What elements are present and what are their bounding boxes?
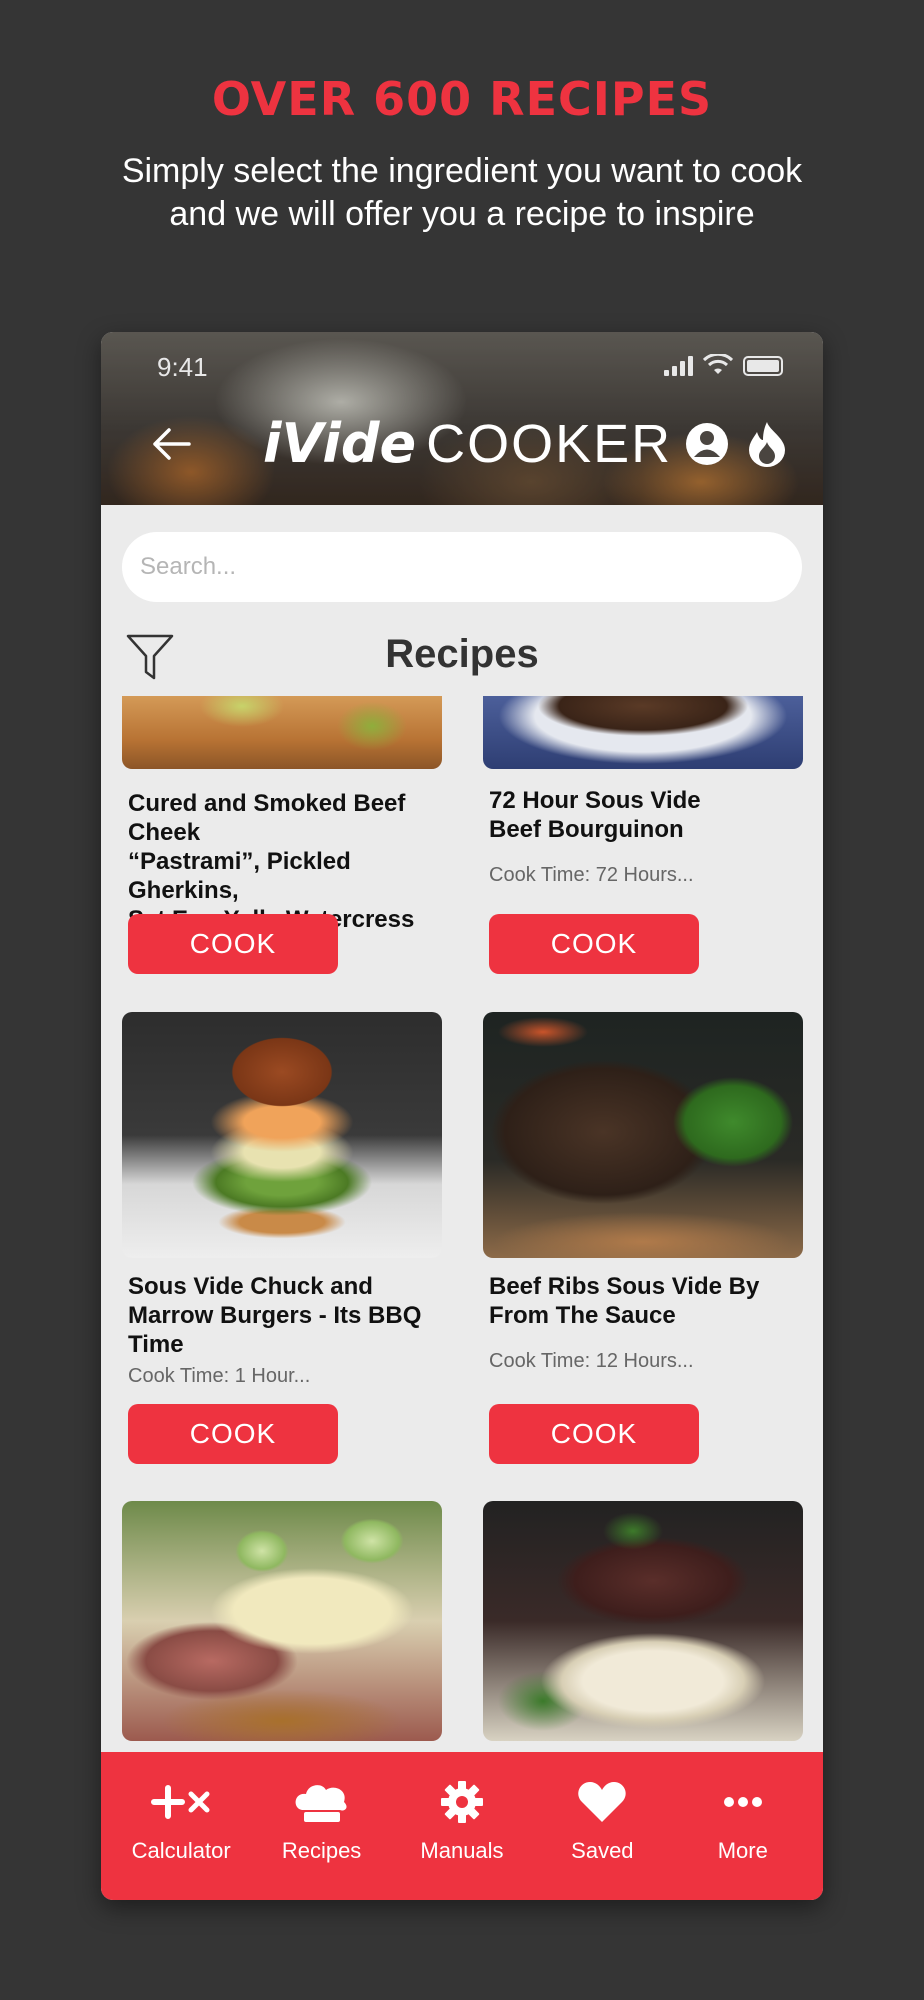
cook-button[interactable]: COOK bbox=[489, 1404, 699, 1464]
tab-more[interactable]: More bbox=[676, 1752, 810, 1864]
promo-subtitle-line: and we will offer you a recipe to inspir… bbox=[169, 195, 755, 233]
recipe-card[interactable] bbox=[122, 1501, 442, 1741]
recipe-photo bbox=[483, 1012, 803, 1258]
promo-headline: OVER 600 RECIPES bbox=[211, 72, 713, 126]
gear-icon bbox=[440, 1781, 483, 1823]
recipe-cook-time: Cook Time: 1 Hour... bbox=[128, 1365, 311, 1387]
recipe-title-line: Time bbox=[128, 1331, 184, 1358]
signal-icon bbox=[664, 356, 693, 376]
promo-subtitle-line: Simply select the ingredient you want to… bbox=[121, 152, 803, 190]
logo-light: COOKER bbox=[426, 414, 673, 474]
plus-times-icon bbox=[151, 1785, 210, 1819]
battery-icon bbox=[743, 356, 783, 376]
cook-button[interactable]: COOK bbox=[489, 914, 699, 974]
recipe-card[interactable]: 72 Hour Sous Vide Beef Bourguinon Cook T… bbox=[483, 696, 803, 974]
header-banner: 9:41 iVide COOKER bbox=[101, 332, 823, 505]
recipe-title-line: Beef Ribs Sous Vide By bbox=[489, 1273, 760, 1300]
recipe-title: 72 Hour Sous Vide Beef Bourguinon bbox=[489, 786, 797, 844]
ellipsis-icon bbox=[723, 1797, 762, 1807]
chef-hat-icon bbox=[295, 1785, 347, 1822]
tab-saved[interactable]: Saved bbox=[535, 1752, 669, 1864]
cook-button[interactable]: COOK bbox=[128, 1404, 338, 1464]
search-input[interactable] bbox=[122, 532, 802, 602]
recipe-card[interactable]: Cured and Smoked Beef Cheek “Pastrami”, … bbox=[122, 696, 442, 974]
recipe-title: Beef Ribs Sous Vide By From The Sauce bbox=[489, 1272, 797, 1330]
recipe-cook-time: Cook Time: 12 Hours... bbox=[489, 1350, 694, 1372]
cook-button[interactable]: COOK bbox=[128, 914, 338, 974]
flame-icon[interactable] bbox=[745, 420, 789, 468]
heart-icon bbox=[578, 1782, 627, 1822]
logo-bold: iVide bbox=[263, 412, 417, 475]
recipe-photo bbox=[122, 696, 442, 769]
tab-recipes[interactable]: Recipes bbox=[255, 1752, 389, 1864]
recipe-photo bbox=[483, 1501, 803, 1741]
tab-manuals[interactable]: Manuals bbox=[395, 1752, 529, 1864]
recipe-title: Sous Vide Chuck and Marrow Burgers - Its… bbox=[128, 1272, 436, 1359]
recipe-title-line: 72 Hour Sous Vide bbox=[489, 787, 701, 814]
bottom-tab-bar: Calculator Recipes Manuals Saved More bbox=[101, 1752, 823, 1900]
tab-label: More bbox=[717, 1838, 768, 1863]
tab-label: Calculator bbox=[131, 1838, 231, 1863]
tab-label: Saved bbox=[571, 1838, 634, 1863]
user-profile-icon[interactable] bbox=[685, 422, 729, 466]
wifi-icon bbox=[703, 354, 733, 374]
recipe-title-line: Sous Vide Chuck and bbox=[128, 1273, 373, 1300]
promo-subtitle: Simply select the ingredient you want to… bbox=[60, 150, 864, 236]
tab-label: Manuals bbox=[420, 1838, 504, 1863]
recipe-card[interactable]: Beef Ribs Sous Vide By From The Sauce Co… bbox=[483, 1012, 803, 1464]
recipe-photo bbox=[483, 696, 803, 769]
recipe-card[interactable] bbox=[483, 1501, 803, 1741]
phone-screen: 9:41 iVide COOKER Search... Recipes Cure… bbox=[101, 332, 823, 1900]
recipe-card[interactable]: Sous Vide Chuck and Marrow Burgers - Its… bbox=[122, 1012, 442, 1464]
recipe-title-line: Cured and Smoked Beef Cheek bbox=[128, 790, 406, 846]
tab-label: Recipes bbox=[281, 1838, 362, 1863]
recipe-title-line: From The Sauce bbox=[489, 1302, 676, 1329]
recipe-title-line: Beef Bourguinon bbox=[489, 816, 684, 843]
recipe-title-line: Marrow Burgers - Its BBQ bbox=[128, 1302, 422, 1329]
page-title: Recipes bbox=[385, 632, 539, 676]
app-logo: iVide COOKER bbox=[263, 412, 673, 475]
recipe-title: Cured and Smoked Beef Cheek “Pastrami”, … bbox=[128, 789, 436, 934]
status-time: 9:41 bbox=[157, 352, 208, 382]
recipe-photo bbox=[122, 1012, 442, 1258]
status-icons bbox=[664, 354, 783, 376]
recipe-photo bbox=[122, 1501, 442, 1741]
recipe-title-line: “Pastrami”, Pickled Gherkins, bbox=[128, 848, 351, 904]
tab-calculator[interactable]: Calculator bbox=[114, 1752, 248, 1864]
recipe-cook-time: Cook Time: 72 Hours... bbox=[489, 864, 694, 886]
recipe-grid: Cured and Smoked Beef Cheek “Pastrami”, … bbox=[101, 696, 823, 1752]
back-arrow-icon[interactable] bbox=[149, 422, 193, 466]
